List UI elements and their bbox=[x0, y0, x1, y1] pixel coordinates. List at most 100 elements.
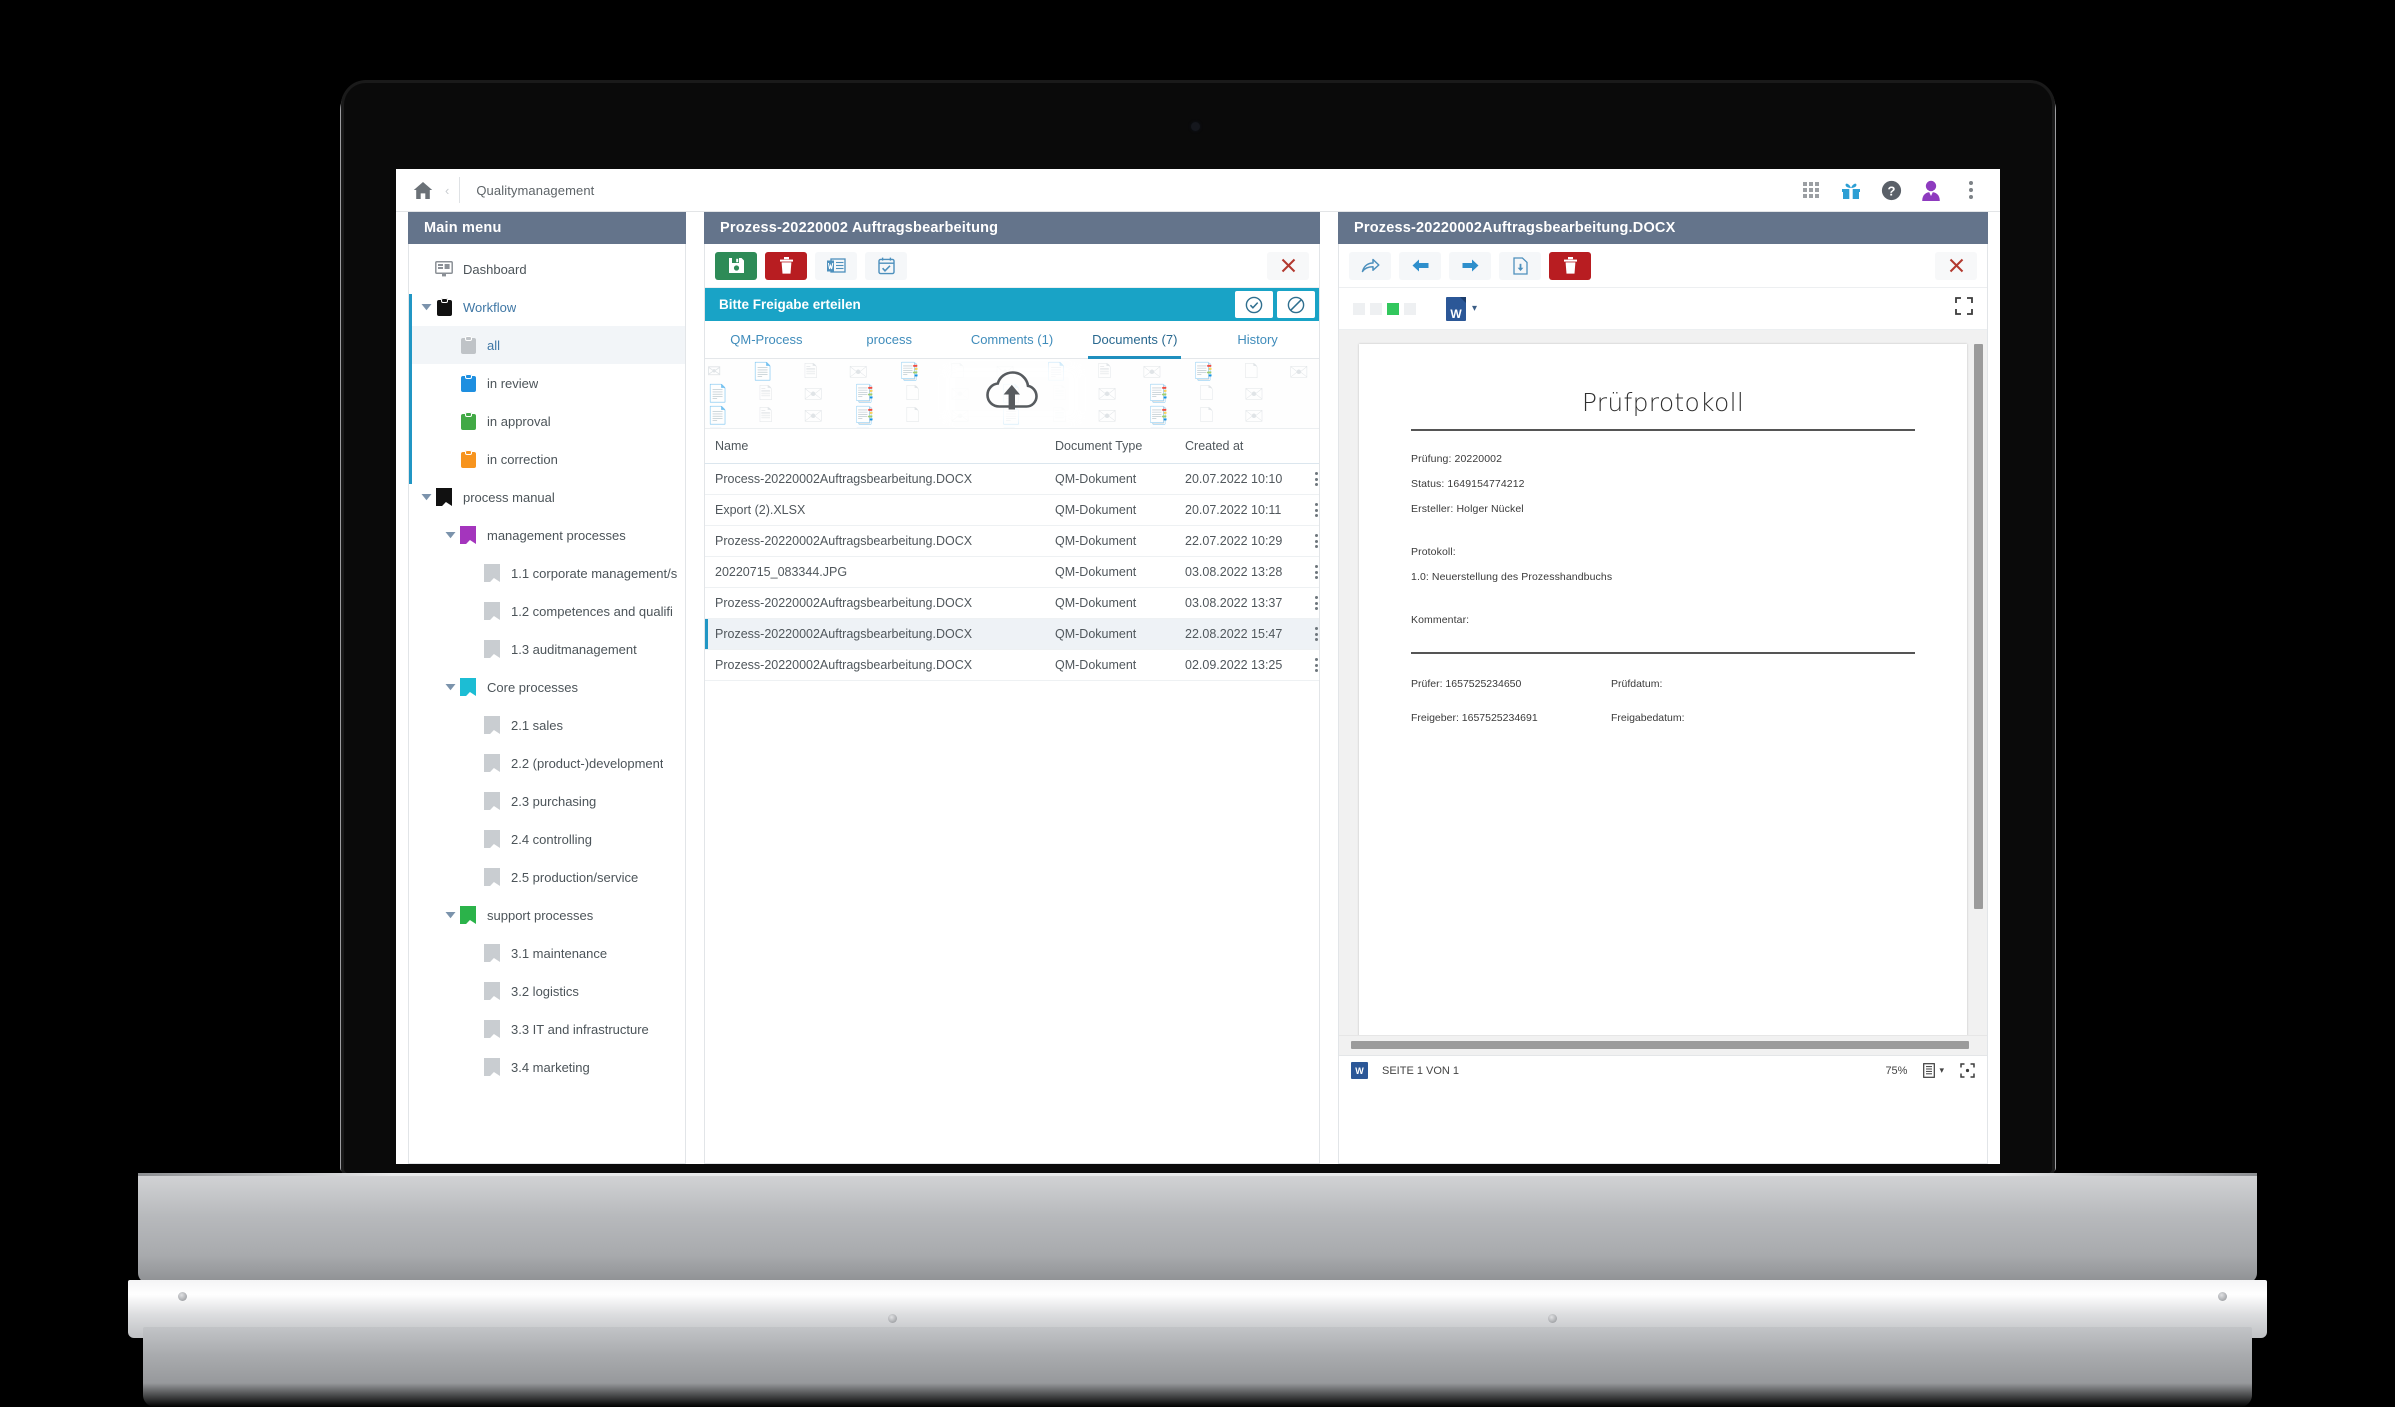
sidebar-item-management-processes[interactable]: management processes bbox=[409, 516, 685, 554]
overflow-menu-icon[interactable] bbox=[1960, 179, 1982, 201]
sidebar-item-label: 1.2 competences and qualifi bbox=[511, 603, 673, 619]
sidebar-item-2-4-controlling[interactable]: 2.4 controlling bbox=[409, 820, 685, 858]
delete-button[interactable] bbox=[1549, 251, 1591, 280]
process-panel-title: Prozess-20220002 Auftragsbearbeitung bbox=[704, 212, 1320, 244]
gift-icon[interactable] bbox=[1840, 179, 1862, 201]
row-overflow-menu-icon[interactable] bbox=[1313, 472, 1319, 486]
signature-date: Prüfdatum: bbox=[1611, 678, 1663, 690]
zoom-level[interactable]: 75% bbox=[1885, 1065, 1907, 1077]
document-scroll-area[interactable]: Prüfprotokoll Prüfung: 20220002 Status: 1… bbox=[1339, 330, 1987, 1035]
row-overflow-menu-icon[interactable] bbox=[1313, 658, 1319, 672]
column-header[interactable]: Name bbox=[705, 429, 1045, 464]
table-row[interactable]: Prozess-20220002Auftragsbearbeitung.DOCX… bbox=[705, 587, 1319, 619]
caret-placeholder bbox=[443, 452, 457, 466]
table-row[interactable]: 20220715_083344.JPG QM-Dokument 03.08.2022… bbox=[705, 556, 1319, 588]
table-row[interactable]: Export (2).XLSX QM-Dokument 20.07.2022 10:… bbox=[705, 494, 1319, 526]
document-rule-bottom bbox=[1411, 652, 1915, 654]
share-arrow-icon[interactable] bbox=[1349, 251, 1391, 280]
tab-documents-7[interactable]: Documents (7) bbox=[1073, 321, 1196, 359]
close-button[interactable] bbox=[1267, 251, 1309, 280]
viewer-toolbar bbox=[1339, 244, 1987, 288]
calendar-check-icon[interactable] bbox=[865, 251, 907, 280]
sidebar-item-dashboard[interactable]: Dashboard bbox=[409, 250, 685, 288]
sidebar-item-3-2-logistics[interactable]: 3.2 logistics bbox=[409, 972, 685, 1010]
laptop-underside bbox=[143, 1327, 2252, 1407]
base-screw bbox=[178, 1292, 187, 1301]
file-dropzone[interactable]: ✉ 📄 🗎 ✉ 📑 🗋 ✉ 📄 🗎 ✉ 📑 🗋 ✉ 📄 🗎 ✉ 📑 🗋 ✉ 📄 … bbox=[705, 359, 1319, 429]
tab-process[interactable]: process bbox=[828, 321, 951, 358]
sidebar-item-2-1-sales[interactable]: 2.1 sales bbox=[409, 706, 685, 744]
chevron-down-icon[interactable] bbox=[443, 528, 457, 542]
arrow-right-icon[interactable] bbox=[1449, 251, 1491, 280]
base-screw bbox=[2218, 1292, 2227, 1301]
table-row[interactable]: Prozess-20220002Auftragsbearbeitung.DOCX… bbox=[705, 618, 1319, 650]
column-header[interactable]: Document Type bbox=[1045, 429, 1175, 464]
approval-actions bbox=[1231, 288, 1319, 321]
sidebar-item-in-approval[interactable]: in approval bbox=[409, 402, 685, 440]
sidebar-item-in-correction[interactable]: in correction bbox=[409, 440, 685, 478]
sidebar-item-all[interactable]: all bbox=[409, 326, 685, 364]
cell-type: QM-Dokument bbox=[1045, 525, 1175, 557]
chevron-down-icon[interactable] bbox=[443, 908, 457, 922]
sidebar-item-2-5-production-service[interactable]: 2.5 production/service bbox=[409, 858, 685, 896]
app-grid-icon[interactable] bbox=[1800, 179, 1822, 201]
sidebar-item-process-manual[interactable]: process manual bbox=[409, 478, 685, 516]
sidebar-item-1-1-corporate-management-s[interactable]: 1.1 corporate management/s bbox=[409, 554, 685, 592]
delete-button[interactable] bbox=[765, 251, 807, 280]
horizontal-scrollbar-track[interactable] bbox=[1339, 1035, 1987, 1055]
row-overflow-menu-icon[interactable] bbox=[1313, 565, 1319, 579]
horizontal-scrollbar-thumb[interactable] bbox=[1351, 1041, 1969, 1049]
book-icon bbox=[483, 791, 501, 811]
reject-button[interactable] bbox=[1277, 291, 1315, 318]
home-icon[interactable] bbox=[411, 178, 435, 202]
sidebar-item-3-3-it-and-infrastructure[interactable]: 3.3 IT and infrastructure bbox=[409, 1010, 685, 1048]
page-layout-icon[interactable]: ▾ bbox=[1923, 1063, 1944, 1078]
file-type-selector[interactable]: W ▾ bbox=[1446, 296, 1477, 321]
tab-qm-process[interactable]: QM-Process bbox=[705, 321, 828, 358]
sidebar-item-2-3-purchasing[interactable]: 2.3 purchasing bbox=[409, 782, 685, 820]
caret-placeholder bbox=[467, 1022, 481, 1036]
fit-page-icon[interactable] bbox=[1960, 1063, 1975, 1078]
documents-table: Name Document Type Created at Process-2022… bbox=[705, 429, 1319, 681]
caret-placeholder bbox=[467, 1060, 481, 1074]
table-row[interactable]: Process-20220002Auftragsbearbeitung.DOCX… bbox=[705, 463, 1319, 495]
help-icon[interactable]: ? bbox=[1880, 179, 1902, 201]
approve-button[interactable] bbox=[1235, 291, 1273, 318]
status-swatch bbox=[1404, 302, 1416, 315]
sidebar-item-in-review[interactable]: in review bbox=[409, 364, 685, 402]
table-row[interactable]: Prozess-20220002Auftragsbearbeitung.DOCX… bbox=[705, 525, 1319, 557]
tab-history[interactable]: History bbox=[1196, 321, 1319, 358]
user-avatar-icon[interactable] bbox=[1920, 179, 1942, 201]
fullscreen-icon[interactable] bbox=[1955, 297, 1973, 320]
sidebar-item-1-2-competences-and-qualifi[interactable]: 1.2 competences and qualifi bbox=[409, 592, 685, 630]
sidebar-item-core-processes[interactable]: Core processes bbox=[409, 668, 685, 706]
protocol-entry: 1.0: Neuerstellung des Prozesshandbuchs bbox=[1411, 571, 1613, 583]
word-document-icon[interactable] bbox=[815, 251, 857, 280]
table-row[interactable]: Prozess-20220002Auftragsbearbeitung.DOCX… bbox=[705, 649, 1319, 681]
sidebar-item-3-4-marketing[interactable]: 3.4 marketing bbox=[409, 1048, 685, 1086]
chevron-down-icon[interactable] bbox=[419, 300, 433, 314]
sidebar-item-1-3-auditmanagement[interactable]: 1.3 auditmanagement bbox=[409, 630, 685, 668]
row-overflow-menu-icon[interactable] bbox=[1313, 627, 1319, 641]
row-overflow-menu-icon[interactable] bbox=[1313, 596, 1319, 610]
column-header[interactable]: Created at bbox=[1175, 429, 1304, 464]
sidebar-item-2-2-product-development[interactable]: 2.2 (product-)development bbox=[409, 744, 685, 782]
row-overflow-menu-icon[interactable] bbox=[1313, 503, 1319, 517]
save-button[interactable] bbox=[715, 251, 757, 280]
book-icon bbox=[483, 1057, 501, 1077]
file-download-icon[interactable] bbox=[1499, 251, 1541, 280]
breadcrumb-back-chevron[interactable]: ‹ bbox=[445, 183, 449, 198]
sidebar-item-3-1-maintenance[interactable]: 3.1 maintenance bbox=[409, 934, 685, 972]
close-button[interactable] bbox=[1935, 251, 1977, 280]
vertical-scrollbar-thumb[interactable] bbox=[1974, 344, 1983, 909]
sidebar-item-workflow[interactable]: Workflow bbox=[409, 288, 685, 326]
chevron-down-icon[interactable] bbox=[419, 490, 433, 504]
arrow-left-icon[interactable] bbox=[1399, 251, 1441, 280]
viewer-panel-title: Prozess-20220002Auftragsbearbeitung.DOCX bbox=[1338, 212, 1988, 244]
row-overflow-menu-icon[interactable] bbox=[1313, 534, 1319, 548]
tab-comments-1[interactable]: Comments (1) bbox=[951, 321, 1074, 358]
sidebar-item-support-processes[interactable]: support processes bbox=[409, 896, 685, 934]
chevron-down-icon[interactable] bbox=[443, 680, 457, 694]
book-icon bbox=[459, 677, 477, 697]
book-icon bbox=[483, 867, 501, 887]
